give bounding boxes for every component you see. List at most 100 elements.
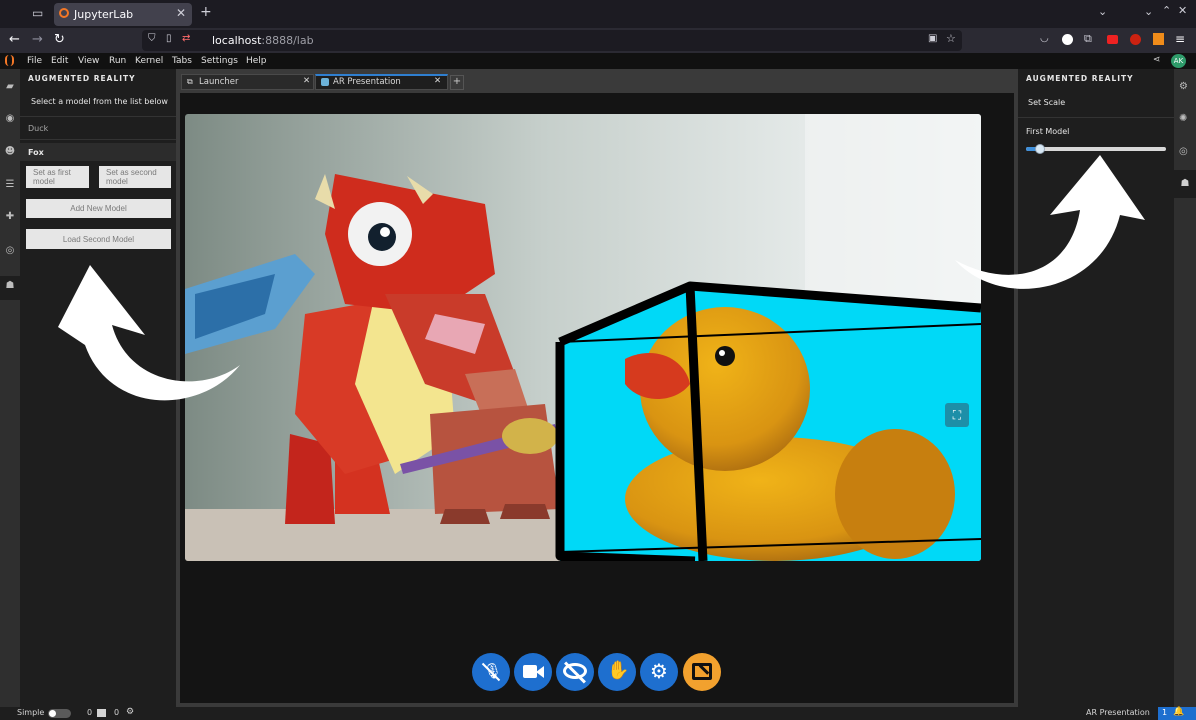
raise-hand-button[interactable]: ✋	[598, 653, 636, 691]
reader-view-icon[interactable]: ▣	[928, 33, 937, 44]
ar-scene	[185, 114, 981, 561]
model-item-fox[interactable]: Fox	[20, 143, 176, 161]
browser-tab-bar: ▭ JupyterLab ✕ + ⌄ ⌄ ⌃ ✕	[0, 0, 1196, 28]
back-icon[interactable]: ←	[9, 32, 20, 47]
set-first-model-button[interactable]: Set as first model	[26, 166, 89, 188]
extension-orange-icon[interactable]	[1153, 33, 1164, 45]
minimize-icon[interactable]: ⌄	[1144, 5, 1153, 18]
close-tab-icon[interactable]: ✕	[434, 76, 441, 86]
menu-edit[interactable]: Edit	[51, 56, 68, 66]
menu-kernel[interactable]: Kernel	[135, 56, 163, 66]
tab-launcher[interactable]: ⧉ Launcher ✕	[181, 74, 314, 90]
browser-tab-label: JupyterLab	[74, 8, 134, 21]
user-icon[interactable]: ☗	[1174, 170, 1196, 198]
camera-icon	[523, 665, 537, 678]
camera-button[interactable]	[514, 653, 552, 691]
close-tab-icon[interactable]: ✕	[303, 76, 310, 86]
annotation-arrow-left	[58, 265, 240, 401]
forward-icon[interactable]: →	[32, 32, 43, 47]
avatar[interactable]: AK	[1171, 54, 1186, 68]
menu-help[interactable]: Help	[246, 56, 267, 66]
hide-view-button[interactable]	[556, 653, 594, 691]
jupyter-favicon-icon	[59, 8, 69, 18]
kernel-count[interactable]: 0	[87, 708, 92, 717]
right-activity-bar: ⚙ ✺ ◎ ☗	[1174, 69, 1196, 707]
settings-button[interactable]: ⚙	[640, 653, 678, 691]
url-text: localhost:8888/lab	[212, 34, 314, 47]
ar-icon[interactable]: ◎	[3, 245, 17, 259]
load-second-model-button[interactable]: Load Second Model	[26, 229, 171, 249]
maximize-icon[interactable]: ⌃	[1162, 4, 1171, 17]
tab-overview-icon[interactable]: ▭	[32, 6, 43, 20]
menu-run[interactable]: Run	[109, 56, 126, 66]
model-item-duck[interactable]: Duck	[20, 116, 176, 140]
bell-icon: 🔔	[1173, 707, 1185, 717]
add-new-model-button[interactable]: Add New Model	[26, 199, 171, 218]
reload-icon[interactable]: ↻	[54, 32, 65, 47]
menu-icon[interactable]: ≡	[1175, 32, 1185, 46]
new-tab-icon[interactable]: +	[200, 4, 212, 20]
mute-microphone-button[interactable]: 🎙	[472, 653, 510, 691]
menu-view[interactable]: View	[78, 56, 99, 66]
extensions-icon[interactable]: ✚	[3, 211, 17, 225]
notification-badge[interactable]: 1 🔔	[1158, 707, 1196, 720]
kernel-settings-icon[interactable]: ⚙	[126, 707, 134, 717]
left-activity-bar: ▰ ◉ ☻ ☰ ✚ ◎ ☗	[0, 69, 20, 707]
close-tab-icon[interactable]: ✕	[176, 6, 186, 20]
browser-tab-jupyterlab[interactable]: JupyterLab ✕	[54, 3, 192, 26]
terminal-count[interactable]: 0	[114, 708, 119, 717]
ar-presentation-view: ⛶ 🎙 ✋ ⚙	[180, 93, 1014, 703]
bookmark-star-icon[interactable]: ☆	[946, 32, 956, 45]
menu-file[interactable]: File	[27, 56, 42, 66]
section-title: Set Scale	[1028, 98, 1066, 107]
menu-settings[interactable]: Settings	[201, 56, 238, 66]
camera-lens-mark	[536, 666, 544, 678]
scale-slider[interactable]	[1026, 144, 1166, 154]
extension-b-icon[interactable]	[1062, 34, 1073, 45]
simple-mode-toggle[interactable]	[48, 709, 71, 718]
url-bar[interactable]: ⛉ ▯ ⇄ localhost:8888/lab ▣ ☆	[142, 30, 962, 51]
shield-icon[interactable]: ⛉	[148, 33, 156, 44]
pocket-icon[interactable]: ◡	[1040, 33, 1049, 44]
youtube-icon[interactable]	[1107, 35, 1118, 44]
raise-hand-icon: ✋	[607, 660, 630, 681]
tab-ar-presentation[interactable]: AR Presentation ✕	[315, 74, 448, 90]
panel-header: AUGMENTED REALITY	[28, 74, 136, 83]
tab-label: Launcher	[199, 77, 239, 87]
fullscreen-icon[interactable]: ⛶	[945, 403, 969, 427]
model-label: Duck	[28, 124, 49, 133]
slider-label: First Model	[1026, 127, 1070, 136]
ar-tab-icon	[321, 78, 329, 86]
main-area: ⧉ Launcher ✕ AR Presentation ✕ + ⛶ 🎙 ✋ ⚙	[176, 69, 1018, 707]
set-second-model-button[interactable]: Set as second model	[99, 166, 171, 188]
tab-list-icon[interactable]: ⌄	[1098, 5, 1107, 18]
connection-icon[interactable]: ⇄	[182, 33, 190, 44]
instruction-text: Select a model from the list below	[31, 97, 168, 106]
close-window-icon[interactable]: ✕	[1178, 4, 1187, 17]
mode-label: Simple	[17, 708, 45, 717]
toggle-knob	[49, 710, 56, 717]
slider-thumb[interactable]	[1035, 144, 1045, 154]
add-tab-icon[interactable]: +	[450, 75, 464, 90]
share-icon[interactable]: ⋖	[1153, 55, 1161, 65]
ar-duck-model[interactable]	[555, 281, 981, 561]
ar-icon[interactable]: ◎	[1179, 146, 1188, 157]
debugger-icon[interactable]: ✺	[1179, 113, 1187, 124]
jupyter-menubar: File Edit View Run Kernel Tabs Settings …	[0, 53, 1196, 69]
page-icon: ▯	[166, 33, 172, 44]
menu-tabs[interactable]: Tabs	[172, 56, 192, 66]
property-inspector-icon[interactable]: ⚙	[1179, 81, 1188, 92]
running-icon[interactable]: ◉	[3, 113, 17, 127]
collaborators-icon[interactable]: ☻	[3, 146, 17, 160]
current-document-label: AR Presentation	[1086, 708, 1150, 717]
ublock-icon[interactable]	[1130, 34, 1141, 45]
tab-label: AR Presentation	[333, 77, 401, 87]
table-of-contents-icon[interactable]: ☰	[3, 179, 17, 193]
panel-header: AUGMENTED REALITY	[1026, 74, 1134, 83]
exit-ar-button[interactable]	[683, 653, 721, 691]
extensions-icon[interactable]: ⧉	[1084, 32, 1092, 46]
launcher-icon: ⧉	[187, 77, 193, 86]
folder-icon[interactable]: ▰	[3, 81, 17, 95]
user-icon[interactable]: ☗	[0, 276, 20, 300]
status-bar: Simple 0 0 ⚙ AR Presentation 1 🔔	[0, 707, 1196, 720]
